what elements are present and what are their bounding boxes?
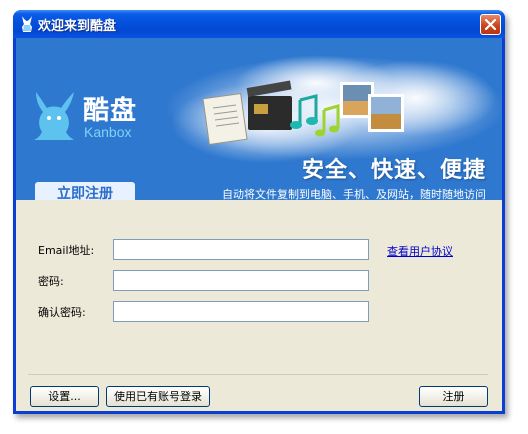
confirm-password-label: 确认密码:	[38, 306, 86, 319]
password-label: 密码:	[38, 275, 64, 288]
title-bar[interactable]: 欢迎来到酷盘	[13, 10, 505, 38]
email-field[interactable]	[113, 239, 369, 260]
client-area: 酷盘 Kanbox 安全、快速、便捷 自动将文件复制到电脑、手机、及网站，随时随…	[16, 38, 502, 411]
dialog-window: 欢迎来到酷盘 酷盘 Kanbox 安全、快速、便捷 自动将文件复制到电脑、手机、…	[13, 10, 505, 414]
logo-text-en: Kanbox	[84, 124, 132, 140]
register-form: Email地址: 查看用户协议 密码: 确认密码: 设置... 使用已有账号登录…	[16, 200, 502, 411]
close-icon	[485, 19, 496, 30]
tab-register[interactable]: 立即注册	[35, 182, 135, 200]
view-agreement-link[interactable]: 查看用户协议	[387, 243, 453, 259]
divider	[28, 374, 488, 375]
confirm-password-field[interactable]	[113, 301, 369, 322]
slogan: 安全、快速、便捷	[301, 158, 486, 183]
kanbox-logo	[30, 90, 78, 142]
kanbox-app-icon	[19, 15, 35, 33]
logo-text-cn: 酷盘	[83, 96, 138, 126]
window-title: 欢迎来到酷盘	[38, 19, 117, 34]
register-button[interactable]: 注册	[419, 386, 488, 407]
close-button[interactable]	[480, 14, 501, 35]
settings-button[interactable]: 设置...	[30, 386, 99, 407]
password-field[interactable]	[113, 270, 369, 291]
sub-slogan: 自动将文件复制到电脑、手机、及网站，随时随地访问	[222, 188, 486, 200]
existing-account-login-button[interactable]: 使用已有账号登录	[106, 386, 210, 407]
banner: 酷盘 Kanbox 安全、快速、便捷 自动将文件复制到电脑、手机、及网站，随时随…	[16, 38, 502, 200]
email-label: Email地址:	[38, 244, 95, 257]
